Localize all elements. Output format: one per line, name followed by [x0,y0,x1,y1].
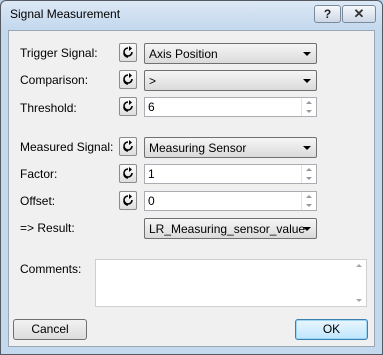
comments-scrollbar[interactable] [351,260,366,306]
comparison-link-button[interactable] [119,70,137,89]
dialog-body: Trigger Signal: Axis Position Comparison… [8,30,375,347]
offset-link-button[interactable] [119,191,137,210]
offset-input[interactable]: 0 [144,191,317,211]
window-title: Signal Measurement [10,7,121,21]
factor-label: Factor: [20,167,58,181]
result-label: => Result: [20,221,75,235]
spin-up-icon[interactable] [301,192,316,201]
measured-signal-value: Measuring Sensor [149,141,247,155]
threshold-value: 6 [148,100,155,114]
dialog-window: Signal Measurement ? ✕ Trigger Signal: A… [0,0,383,355]
trigger-signal-label: Trigger Signal: [20,46,98,60]
trigger-signal-select[interactable]: Axis Position [144,43,317,64]
spin-up-icon[interactable] [301,98,316,107]
offset-label: Offset: [20,194,56,208]
trigger-signal-link-button[interactable] [119,43,137,62]
link-toggle-icon [123,167,133,179]
factor-link-button[interactable] [119,164,137,183]
comments-label: Comments: [20,262,82,276]
scroll-down-icon[interactable] [356,299,362,302]
close-button[interactable]: ✕ [342,5,376,23]
cancel-button[interactable]: Cancel [13,319,87,340]
spin-down-icon[interactable] [301,174,316,183]
chevron-down-icon [303,52,311,56]
trigger-signal-value: Axis Position [149,47,218,61]
measured-signal-label: Measured Signal: [20,140,114,154]
link-toggle-icon [123,140,133,152]
chevron-down-icon [303,79,311,83]
link-toggle-icon [123,73,133,85]
comments-textarea[interactable] [95,259,367,307]
chevron-down-icon [303,227,311,231]
comparison-select[interactable]: > [144,70,317,91]
measured-signal-link-button[interactable] [119,137,137,156]
scroll-up-icon[interactable] [356,264,362,267]
measured-signal-select[interactable]: Measuring Sensor [144,137,317,158]
spin-down-icon[interactable] [301,107,316,116]
title-bar: Signal Measurement ? ✕ [1,1,382,29]
spin-up-icon[interactable] [301,165,316,174]
link-toggle-icon [123,46,133,58]
link-toggle-icon [123,194,133,206]
link-toggle-icon [123,100,133,112]
threshold-link-button[interactable] [119,97,137,116]
comparison-label: Comparison: [20,73,89,87]
ok-button[interactable]: OK [295,319,368,340]
comparison-value: > [149,74,157,88]
result-select[interactable]: LR_Measuring_sensor_value [144,218,317,239]
result-value: LR_Measuring_sensor_value [149,222,306,236]
spin-down-icon[interactable] [301,201,316,210]
help-button[interactable]: ? [314,5,341,23]
threshold-label: Threshold: [20,101,77,115]
factor-input[interactable]: 1 [144,164,317,184]
threshold-input[interactable]: 6 [144,97,317,117]
factor-value: 1 [148,167,155,181]
offset-value: 0 [148,194,155,208]
chevron-down-icon [303,146,311,150]
